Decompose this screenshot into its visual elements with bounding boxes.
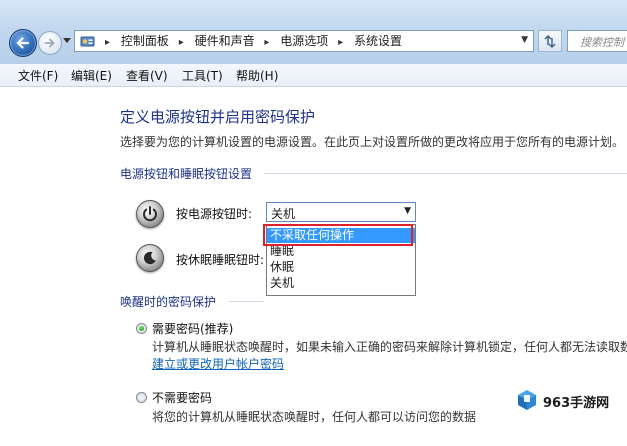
menu-file[interactable]: 文件(F) <box>18 67 58 84</box>
breadcrumb: ▸ 控制面板 ▸ 硬件和声音 ▸ 电源选项 ▸ 系统设置 <box>99 31 402 51</box>
require-password-description: 计算机从睡眠状态唤醒时，如果未输入正确的密码来解除计算机锁定，任何人都无法读取数 <box>152 340 627 354</box>
no-password-description: 将您的计算机从睡眠状态唤醒时，任何人都可以访问您的数据 <box>152 410 477 424</box>
dropdown-option-do-nothing[interactable]: 不采取任何操作 <box>267 228 415 243</box>
section-divider <box>228 301 264 302</box>
no-password-label[interactable]: 不需要密码 <box>152 389 212 406</box>
menu-view[interactable]: 查看(V) <box>126 67 168 84</box>
menu-edit[interactable]: 编辑(E) <box>71 67 112 84</box>
page-title: 定义电源按钮并启用密码保护 <box>120 108 316 126</box>
arrow-left-icon <box>16 37 30 49</box>
search-input[interactable]: 搜索控制 <box>567 30 627 52</box>
forward-button[interactable] <box>38 31 62 55</box>
sleep-button-label: 按休眠睡眠钮时: <box>176 253 265 267</box>
title-bar: ▸ 控制面板 ▸ 硬件和声音 ▸ 电源选项 ▸ 系统设置 ▼ 搜索控制 <box>0 0 627 65</box>
watermark-brand: 963手游网 <box>543 396 610 411</box>
search-placeholder: 搜索控制 <box>580 36 624 49</box>
history-dropdown-icon[interactable] <box>63 38 71 44</box>
menu-help[interactable]: 帮助(H) <box>236 67 278 84</box>
section-title-password: 唤醒时的密码保护 <box>120 295 217 309</box>
breadcrumb-control-panel[interactable]: 控制面板 <box>121 31 169 51</box>
breadcrumb-hardware-sound[interactable]: 硬件和声音 <box>195 31 255 51</box>
page-description: 选择要为您的计算机设置的电源设置。在此页上对设置所做的更改将应用于您所有的电源计… <box>120 135 625 149</box>
breadcrumb-separator-icon[interactable]: ▸ <box>105 33 110 53</box>
address-dropdown-icon[interactable]: ▼ <box>521 35 528 45</box>
no-password-radio[interactable] <box>136 392 147 403</box>
breadcrumb-system-settings[interactable]: 系统设置 <box>354 31 402 51</box>
power-action-dropdown: 不采取任何操作 睡眠 休眠 关机 <box>266 224 416 296</box>
section-title-buttons: 电源按钮和睡眠按钮设置 <box>120 167 253 181</box>
sleep-button-icon <box>136 244 164 272</box>
dropdown-option-sleep[interactable]: 睡眠 <box>267 244 415 259</box>
select-value: 关机 <box>271 207 296 221</box>
breadcrumb-power-options[interactable]: 电源选项 <box>280 31 328 51</box>
control-panel-icon <box>80 36 95 47</box>
menu-tools[interactable]: 工具(T) <box>182 67 223 84</box>
power-button-icon <box>136 200 164 228</box>
refresh-icon <box>544 35 556 48</box>
watermark-logo: 963手游网 <box>513 387 623 417</box>
refresh-button[interactable] <box>538 30 562 52</box>
require-password-label[interactable]: 需要密码(推荐) <box>152 320 233 337</box>
change-password-link[interactable]: 建立或更改用户帐户密码 <box>152 355 284 372</box>
power-action-select[interactable]: 关机 ▼ <box>266 202 416 222</box>
arrow-right-icon <box>44 38 55 48</box>
chevron-down-icon: ▼ <box>404 206 411 216</box>
breadcrumb-separator-icon[interactable]: ▸ <box>264 33 269 53</box>
require-password-radio[interactable] <box>136 323 147 334</box>
cube-logo-icon <box>518 390 536 410</box>
address-bar[interactable]: ▸ 控制面板 ▸ 硬件和声音 ▸ 电源选项 ▸ 系统设置 ▼ <box>74 30 534 52</box>
section-divider <box>264 173 627 174</box>
dropdown-option-hibernate[interactable]: 休眠 <box>267 260 415 275</box>
back-button[interactable] <box>9 29 37 57</box>
menu-bar: 文件(F) 编辑(E) 查看(V) 工具(T) 帮助(H) <box>0 64 627 87</box>
breadcrumb-separator-icon[interactable]: ▸ <box>338 33 343 53</box>
breadcrumb-separator-icon[interactable]: ▸ <box>179 33 184 53</box>
dropdown-option-shutdown[interactable]: 关机 <box>267 276 415 291</box>
power-button-label: 按电源按钮时: <box>176 207 253 221</box>
